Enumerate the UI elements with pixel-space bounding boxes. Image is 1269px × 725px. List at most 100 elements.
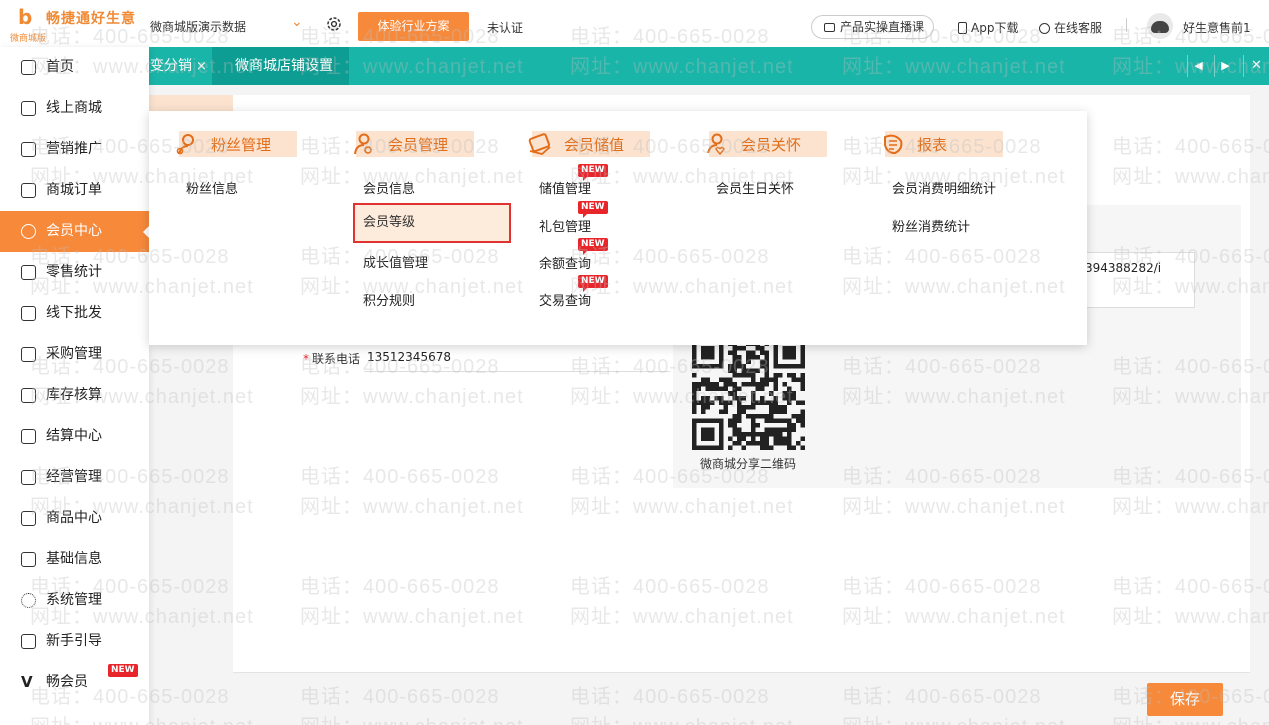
- divider: [1126, 18, 1127, 32]
- settlement-icon: [21, 429, 36, 444]
- menu-group-title: 报表: [917, 136, 948, 154]
- live-course-label: 产品实操直播课: [840, 20, 925, 34]
- phone-label-text: 联系电话: [312, 352, 361, 366]
- sidebar-item-products[interactable]: 商品中心: [0, 498, 149, 539]
- sidebar-item-label: 基础信息: [46, 551, 102, 567]
- sidebar-item-label: 系统管理: [46, 592, 102, 608]
- menu-item-fans-info[interactable]: 粉丝信息: [186, 178, 238, 197]
- phone-label: * 联系电话: [303, 350, 360, 367]
- tab-prev-button[interactable]: ◀: [1187, 55, 1209, 77]
- inventory-icon: [21, 388, 36, 403]
- menu-item-balance-query[interactable]: 余额查询: [539, 253, 591, 272]
- live-course-button[interactable]: 产品实操直播课: [811, 15, 934, 39]
- business-icon: [21, 470, 36, 485]
- brand-subtitle: 微商城版: [10, 34, 47, 44]
- qr-caption: 微商城分享二维码: [699, 457, 796, 471]
- chevron-down-icon[interactable]: ⌄: [291, 14, 303, 30]
- menu-item-member-level[interactable]: 会员等级: [353, 203, 511, 243]
- brand-name: 畅捷通好生意: [46, 11, 136, 27]
- sidebar-item-member-center[interactable]: 会员中心: [0, 211, 150, 252]
- sidebar-item-home[interactable]: 首页: [0, 47, 149, 88]
- sidebar-item-label: 经营管理: [46, 469, 102, 485]
- phone-field[interactable]: 13512345678: [364, 346, 670, 372]
- sidebar-item-retail-stats[interactable]: 零售统计: [0, 252, 149, 293]
- sidebar-item-marketing[interactable]: 营销推广: [0, 129, 149, 170]
- sidebar-item-label: 线下批发: [46, 305, 102, 321]
- online-support-label: 在线客服: [1054, 21, 1103, 35]
- tab-bar: 变分销 × 微商城店铺设置× ◀ ▶ ✕: [0, 47, 1269, 112]
- wholesale-icon: [21, 306, 36, 321]
- home-icon: [21, 60, 36, 75]
- auth-status[interactable]: 未认证: [487, 19, 523, 36]
- new-badge: NEW: [578, 164, 608, 181]
- new-badge: NEW: [578, 238, 608, 255]
- top-bar: b 畅捷通好生意 微商城版 微商城版演示数据 ⌄ 体验行业方案 未认证 产品实操…: [0, 0, 1269, 47]
- menu-group-title: 会员关怀: [741, 136, 802, 154]
- tab-next-button[interactable]: ▶: [1214, 55, 1236, 77]
- tab-label: 变分销: [150, 58, 192, 74]
- new-badge: NEW: [578, 275, 608, 292]
- sidebar-item-purchase[interactable]: 采购管理: [0, 334, 149, 375]
- sidebar-item-label: 商品中心: [46, 510, 102, 526]
- avatar[interactable]: [1147, 13, 1173, 39]
- sidebar-item-label: 采购管理: [46, 346, 102, 362]
- guide-icon: [21, 634, 36, 649]
- promotion-icon: [21, 142, 36, 157]
- sidebar-item-wholesale[interactable]: 线下批发: [0, 293, 149, 334]
- sidebar-item-inventory[interactable]: 库存核算: [0, 375, 149, 416]
- purchase-icon: [21, 347, 36, 362]
- tab-distribution[interactable]: 变分销 ×: [140, 47, 217, 85]
- menu-item-points-rule[interactable]: 积分规则: [363, 290, 415, 309]
- footer-divider: [233, 672, 1250, 673]
- menu-item-birthday-care[interactable]: 会员生日关怀: [716, 178, 794, 197]
- menu-item-growth-value[interactable]: 成长值管理: [363, 252, 428, 271]
- app-download-link[interactable]: App下载: [958, 19, 1018, 36]
- sidebar-item-label: 结算中心: [46, 428, 102, 444]
- report-icon: [884, 134, 903, 155]
- menu-item-member-info[interactable]: 会员信息: [363, 178, 415, 197]
- logo[interactable]: b 畅捷通好生意 微商城版: [6, 4, 146, 44]
- sidebar-item-label: 零售统计: [46, 264, 102, 280]
- username[interactable]: 好生意售前1: [1183, 19, 1251, 36]
- sidebar-item-label: 新手引导: [46, 633, 102, 649]
- sidebar-item-system[interactable]: 系统管理: [0, 580, 149, 621]
- sidebar-item-basic-info[interactable]: 基础信息: [0, 539, 149, 580]
- sidebar-item-settlement[interactable]: 结算中心: [0, 416, 149, 457]
- menu-item-fans-consumption[interactable]: 粉丝消费统计: [892, 216, 970, 235]
- sidebar-item-label: 线上商城: [46, 100, 102, 116]
- menu-group-title: 会员管理: [388, 136, 449, 154]
- stored-value-icon: [528, 133, 551, 155]
- sidebar-item-label: 库存核算: [46, 387, 102, 403]
- account-selector[interactable]: 微商城版演示数据: [150, 18, 246, 35]
- store-icon: [21, 101, 36, 116]
- new-badge: NEW: [578, 201, 608, 218]
- tv-icon: [824, 23, 835, 32]
- sidebar-item-orders[interactable]: 商城订单: [0, 170, 149, 211]
- sidebar-item-label: 商城订单: [46, 182, 102, 198]
- sidebar-item-online-store[interactable]: 线上商城: [0, 88, 149, 129]
- brand-logo-icon: b: [18, 5, 33, 29]
- tab-close-all-button[interactable]: ✕: [1243, 55, 1269, 77]
- gear-icon[interactable]: [326, 16, 342, 32]
- close-icon[interactable]: ×: [196, 59, 207, 74]
- product-icon: [21, 511, 36, 526]
- online-support-link[interactable]: 在线客服: [1039, 19, 1102, 36]
- sidebar-item-business[interactable]: 经营管理: [0, 457, 149, 498]
- tab-shop-settings[interactable]: 微商城店铺设置×: [212, 47, 349, 112]
- menu-item-transaction-query[interactable]: 交易查询: [539, 290, 591, 309]
- save-button[interactable]: 保存: [1147, 683, 1223, 716]
- sidebar-item-guide[interactable]: 新手引导: [0, 621, 149, 662]
- sidebar-item-label: 营销推广: [46, 141, 102, 157]
- required-mark: *: [303, 352, 309, 366]
- sidebar-item-label: 会员中心: [46, 223, 102, 239]
- trial-industry-button[interactable]: 体验行业方案: [358, 12, 469, 41]
- sidebar: 首页 线上商城 营销推广 商城订单 会员中心 零售统计 线下批发 采购管理 库存…: [0, 47, 150, 725]
- menu-item-gift-package[interactable]: 礼包管理: [539, 216, 591, 235]
- order-icon: [21, 183, 36, 198]
- phone-icon: [958, 22, 967, 34]
- menu-group-title: 会员储值: [564, 136, 625, 154]
- menu-item-consumption-detail[interactable]: 会员消费明细统计: [892, 178, 996, 197]
- headset-icon: [1039, 23, 1050, 34]
- system-icon: [21, 593, 36, 608]
- share-url-field[interactable]: 394388282/i: [1078, 252, 1195, 308]
